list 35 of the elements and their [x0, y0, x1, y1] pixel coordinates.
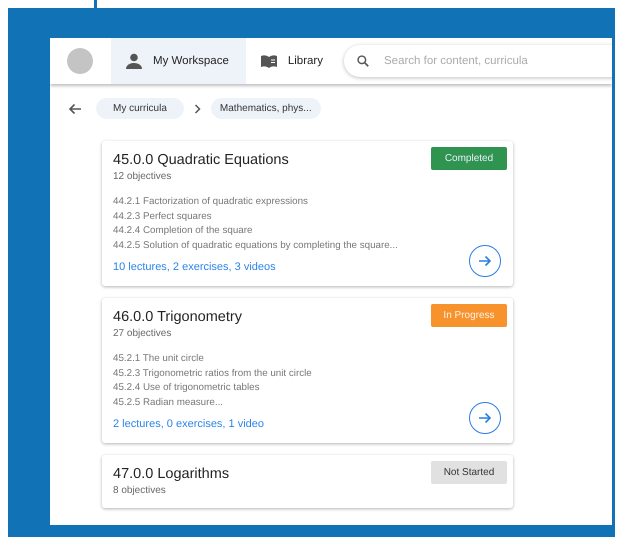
search-icon — [356, 54, 370, 68]
status-badge: Not Started — [431, 461, 507, 484]
card-title: 46.0.0 Trigonometry — [113, 309, 242, 325]
avatar-icon — [67, 48, 93, 74]
arrow-icon — [478, 412, 492, 424]
objective-item: 44.2.4 Completion of the square — [113, 224, 254, 238]
tab[interactable]: Library — [246, 38, 339, 84]
objective-item: 45.2.1 The unit circle — [113, 352, 205, 366]
content-summary-link[interactable]: 10 lectures, 2 exercises, 3 videos — [113, 261, 276, 274]
back-arrow-icon[interactable] — [68, 102, 82, 114]
objective-item: 44.2.5 Solution of quadratic equations by completing the square... — [113, 238, 399, 252]
breadcrumb-chip[interactable]: Mathematics, phys... — [210, 98, 321, 119]
breadcrumb-chip[interactable]: My curricula — [96, 98, 184, 119]
objective-item: 44.2.1 Factorization of quadratic expressions — [113, 195, 309, 209]
curriculum-card[interactable]: 47.0.0 Logarithms 8 objectives Not Started — [102, 455, 513, 508]
person-icon — [125, 53, 143, 69]
arrow-icon — [478, 255, 492, 267]
card-title: 47.0.0 Logarithms — [113, 466, 230, 482]
arrow-button[interactable] — [469, 402, 501, 434]
book-icon — [260, 54, 278, 68]
objective-item: 45.2.5 Radian measure... — [113, 396, 224, 410]
objective-count: 12 objectives — [113, 171, 172, 182]
status-badge: In Progress — [431, 304, 507, 327]
card-title: 45.0.0 Quadratic Equations — [113, 152, 289, 168]
objective-item: 45.2.4 Use of trigonometric tables — [113, 381, 260, 395]
search-field[interactable]: Search for content, curricula — [382, 54, 602, 68]
tab[interactable]: My Workspace — [111, 38, 246, 84]
objective-item: 44.2.3 Perfect squares — [113, 210, 213, 224]
objective-count: 8 objectives — [113, 485, 167, 496]
status-badge: Completed — [431, 147, 507, 170]
arrow-button[interactable] — [469, 245, 501, 277]
chevron-icon — [194, 104, 201, 114]
objective-count: 27 objectives — [113, 328, 172, 339]
objective-item: 45.2.3 Trigonometric ratios from the unit circle — [113, 366, 313, 380]
content-summary-link[interactable]: 2 lectures, 0 exercises, 1 video — [113, 418, 264, 431]
